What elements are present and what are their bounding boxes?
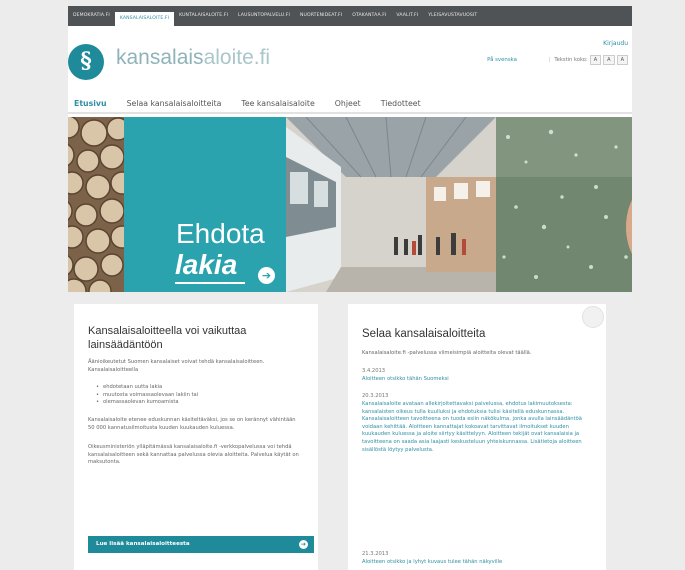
portal-link-lausuntopalvelu[interactable]: LAUSUNTOPALVELU.FI <box>233 6 295 26</box>
browse-card-title[interactable]: Selaa kansalaisaloitteita <box>362 328 485 340</box>
list-item: ehdotetaan uutta lakia <box>96 384 296 392</box>
initiative-date: 20.3.2013 <box>362 393 389 399</box>
hero-title[interactable]: Ehdota <box>176 220 265 248</box>
hero-underline <box>175 282 245 284</box>
arrow-right-icon: ➔ <box>299 540 308 549</box>
info-card-title: Kansalaisaloitteella voi vaikuttaa lains… <box>88 325 247 351</box>
nav-item-help[interactable]: Ohjeet <box>335 99 361 108</box>
read-more-label: Lue lisää kansalaisaloitteesta <box>96 541 190 547</box>
portal-bar: DEMOKRATIA.FI KANSALAISALOITE.FI KUNTALA… <box>68 6 632 26</box>
text-size-small-button[interactable]: A <box>589 55 602 65</box>
portal-link-yleisavustavuosit[interactable]: YLEISAVUSTAVUOSIT <box>423 6 482 26</box>
browse-card: Selaa kansalaisaloitteita Kansalaisaloit… <box>348 304 606 570</box>
initiative-date: 3.4.2013 <box>362 368 386 374</box>
hero-banner: Ehdota lakia ➔ <box>68 117 632 292</box>
portal-link-demokratia[interactable]: DEMOKRATIA.FI <box>68 6 115 26</box>
portal-link-otakantaa[interactable]: OTAKANTAA.FI <box>347 6 391 26</box>
initiative-date: 21.3.2013 <box>362 551 389 557</box>
logo-icon[interactable]: § <box>68 44 104 80</box>
hero-image-rain-window <box>496 117 632 292</box>
firewood-illustration <box>68 117 124 292</box>
hero-image-train-station <box>286 117 496 292</box>
language-link[interactable]: På svenska <box>487 57 517 63</box>
main-nav: Etusivu Selaa kansalaisaloitteita Tee ka… <box>68 94 632 114</box>
info-bullet-list: ehdotetaan uutta lakia muutosta voimassa… <box>96 384 296 407</box>
info-paragraph: Kansalaisaloite etenee eduskunnan käsite… <box>88 417 296 431</box>
logo-letter: § <box>80 48 92 74</box>
hero-subtitle[interactable]: lakia <box>175 251 237 279</box>
rain-window-illustration <box>496 117 632 292</box>
nav-item-browse[interactable]: Selaa kansalaisaloitteita <box>127 99 222 108</box>
arrow-right-icon[interactable]: ➔ <box>258 267 275 284</box>
nav-item-home[interactable]: Etusivu <box>74 99 107 108</box>
list-item: muutosta voimassaolevaan lakiin tai <box>96 392 296 400</box>
portal-link-vaalit[interactable]: VAALIT.FI <box>391 6 423 26</box>
text-size-control: | Tekstin koko: A A A <box>545 55 628 65</box>
logo-name-domain: aloite.fi <box>203 46 271 69</box>
portal-link-kansalaisaloite[interactable]: KANSALAISALOITE.FI <box>114 12 175 26</box>
initiative-link[interactable]: Aloitteen otsikko ja lyhyt kuvaus tulee … <box>362 559 587 567</box>
info-card: Kansalaisaloitteella voi vaikuttaa lains… <box>74 304 318 570</box>
page: § kansalaisaloite.fi Kirjaudu På svenska… <box>68 26 632 570</box>
logo-name: kansalais <box>116 46 204 69</box>
hero-image-firewood <box>68 117 124 292</box>
text-size-medium-button[interactable]: A <box>603 55 615 65</box>
site-logo-text[interactable]: kansalaisaloite.fi <box>116 46 270 70</box>
portal-link-nuortenideat[interactable]: NUORTENIDEAT.FI <box>295 6 347 26</box>
corner-badge-icon <box>582 306 604 328</box>
list-item: olemassaolevan kumoamista <box>96 399 296 407</box>
nav-item-news[interactable]: Tiedotteet <box>381 99 421 108</box>
login-link[interactable]: Kirjaudu <box>603 40 628 47</box>
text-size-large-button[interactable]: A <box>616 55 628 65</box>
text-size-label: Tekstin koko: <box>554 57 588 63</box>
info-paragraph: Oikeusministeriön ylläpitämässä kansalai… <box>88 444 299 466</box>
portal-link-kuntalaisaloite[interactable]: KUNTALAISALOITE.FI <box>174 6 233 26</box>
read-more-button[interactable]: Lue lisää kansalaisaloitteesta ➔ <box>88 536 314 553</box>
divider: | <box>548 57 551 63</box>
nav-item-create[interactable]: Tee kansalaisaloite <box>241 99 314 108</box>
train-station-illustration <box>286 117 496 292</box>
browse-intro-text: Kansalaisaloite.fi -palvelussa viimeisim… <box>362 350 532 356</box>
info-intro-text: Äänioikeutetut Suomen kansalaiset voivat… <box>88 359 265 373</box>
initiative-link[interactable]: Kansalaisaloite avataan allekirjoitettav… <box>362 401 587 454</box>
initiative-link[interactable]: Aloitteen otsikko tähän Suomeksi <box>362 376 587 384</box>
